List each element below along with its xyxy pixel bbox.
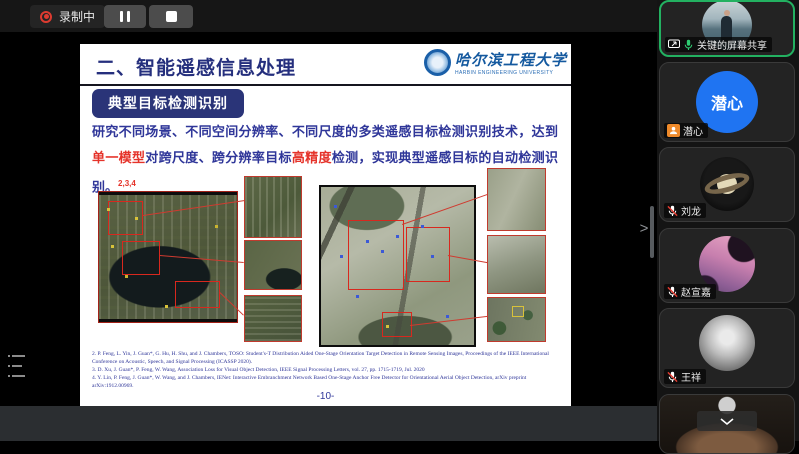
university-emblem-icon <box>424 49 451 76</box>
participant-name-tag: 刘龙 <box>664 203 706 218</box>
title-divider <box>80 84 571 86</box>
mic-muted-icon <box>667 371 678 383</box>
participant-tile[interactable]: 王祥 <box>659 308 795 388</box>
mic-muted-icon <box>667 205 678 217</box>
mic-muted-icon <box>667 286 678 298</box>
participant-name-tag: 赵宣嘉 <box>664 284 716 299</box>
participant-tile[interactable]: 刘龙 <box>659 147 795 222</box>
satellite-image-airport <box>319 185 476 347</box>
reference-item: 2. P. Feng, L. Yin, J. Guan*, G. Hu, H. … <box>92 350 562 366</box>
university-logo: 哈尔滨工程大学 HARBIN ENGINEERING UNIVERSITY <box>424 49 567 76</box>
zoom-region-box <box>175 281 220 308</box>
paragraph-text: 研究不同场景、不同空间分辨率、不同尺度的多类遥感目标检测识别技术，达到 <box>92 124 558 139</box>
detection-marks <box>105 205 108 208</box>
mic-on-icon <box>683 39 694 51</box>
participant-tile[interactable]: 赵宣嘉 <box>659 228 795 303</box>
participant-tile-sharing[interactable]: 关键的屏幕共享 <box>659 0 795 57</box>
stop-icon <box>166 11 177 22</box>
chevron-down-icon <box>719 417 735 426</box>
participant-name: 赵宣嘉 <box>681 284 711 299</box>
zoom-region-box <box>108 201 143 235</box>
zoomed-crop-image <box>487 168 546 231</box>
participant-name-tag: 潜心 <box>664 123 708 138</box>
reference-item: 3. D. Xu, J. Guan*, P. Feng, W. Wang, As… <box>92 366 562 374</box>
zoomed-crop-image <box>487 297 546 342</box>
pause-recording-button[interactable] <box>104 5 146 28</box>
recording-label: 录制中 <box>59 8 95 25</box>
phone-user-icon <box>667 124 680 137</box>
references-block: 2. P. Feng, L. Yin, J. Guan*, G. Hu, H. … <box>92 350 562 390</box>
screen-share-viewport: 二、智能遥感信息处理 哈尔滨工程大学 HARBIN ENGINEERING UN… <box>0 32 657 406</box>
participant-name-tag: 王祥 <box>664 369 706 384</box>
avatar <box>700 157 754 211</box>
participants-panel: 关键的屏幕共享 潜心 潜心 刘龙 <box>657 0 799 441</box>
paragraph-highlight: 高精度 <box>292 150 332 165</box>
zoom-region-box <box>382 312 412 337</box>
section-badge: 典型目标检测识别 <box>92 89 244 118</box>
page-number: -10- <box>80 391 571 402</box>
university-name-cn: 哈尔滨工程大学 <box>455 49 567 70</box>
participant-tile[interactable]: 潜心 潜心 <box>659 62 795 142</box>
detection-marks <box>326 195 329 198</box>
participant-name: 关键的屏幕共享 <box>697 37 767 52</box>
pause-icon <box>120 11 123 22</box>
paragraph-text: 对跨尺度、跨分辨率目标 <box>145 150 292 165</box>
presentation-slide: 二、智能遥感信息处理 哈尔滨工程大学 HARBIN ENGINEERING UN… <box>80 44 571 406</box>
zoom-region-box <box>512 306 524 317</box>
scroll-down-button[interactable] <box>697 411 757 431</box>
recording-status: 录制中 <box>30 5 105 28</box>
zoomed-crop-image <box>244 295 302 342</box>
zoom-region-box <box>348 220 404 290</box>
paragraph-highlight: 单一模型 <box>92 150 145 165</box>
university-name-en: HARBIN ENGINEERING UNIVERSITY <box>455 70 567 76</box>
zoomed-crop-image <box>487 235 546 294</box>
window-topbar: 录制中 <box>0 0 657 32</box>
participant-tile-video[interactable] <box>659 394 795 454</box>
stop-recording-button[interactable] <box>149 5 193 28</box>
citation-superscript: 2,3,4 <box>118 179 136 188</box>
zoom-region-box <box>406 227 450 282</box>
avatar <box>699 315 755 371</box>
sidebar-scrollbar[interactable] <box>650 206 654 258</box>
annotation-list-icon[interactable] <box>8 353 30 379</box>
slide-title: 二、智能遥感信息处理 <box>96 53 296 80</box>
record-dot-icon <box>40 11 52 23</box>
participant-name: 刘龙 <box>681 203 701 218</box>
zoomed-crop-image <box>244 176 302 238</box>
zoomed-crop-image <box>244 240 302 290</box>
participant-name-tag: 关键的屏幕共享 <box>665 37 772 52</box>
participant-name: 潜心 <box>683 123 703 138</box>
reference-item: 4. Y. Lin, P. Feng, J. Guan*, W. Wang, a… <box>92 374 562 390</box>
participant-name: 王祥 <box>681 369 701 384</box>
window-bottom-band <box>0 406 657 441</box>
screen-share-icon <box>668 39 680 50</box>
zoom-region-box <box>122 241 160 275</box>
